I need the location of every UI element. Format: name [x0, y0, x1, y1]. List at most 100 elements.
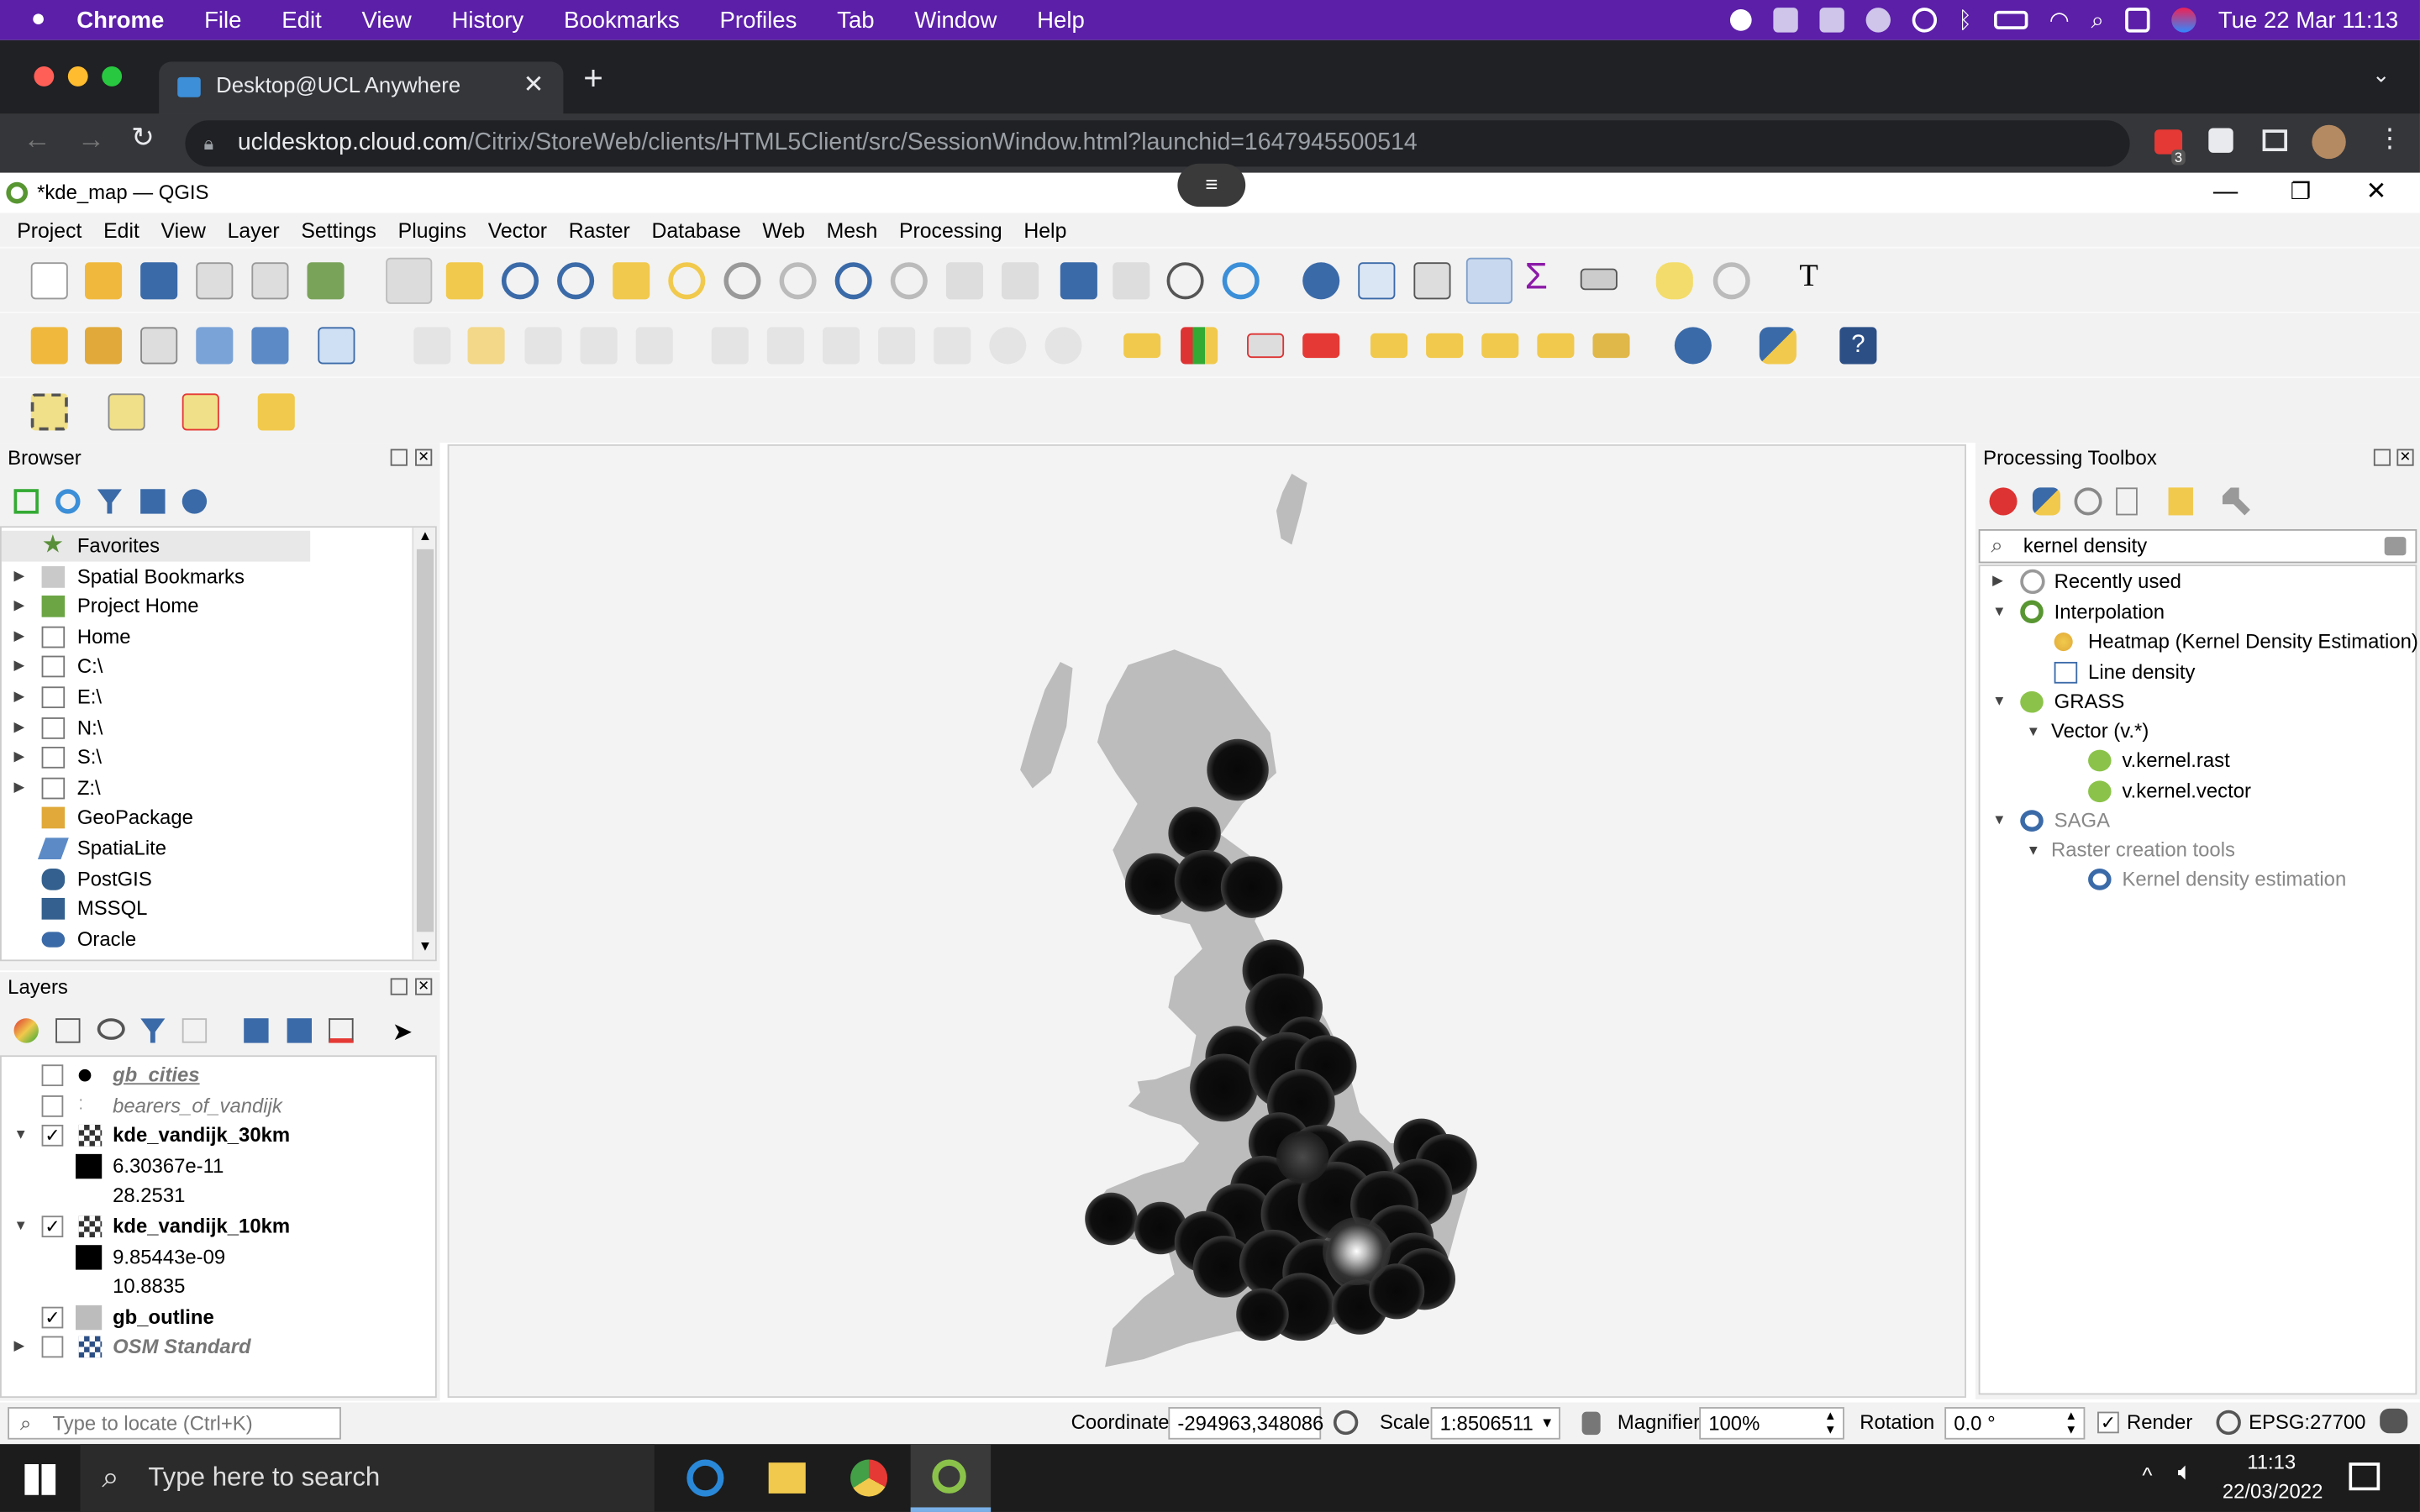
browser-item-project-home[interactable]: ▶ Project Home: [2, 591, 435, 622]
pan-map-icon[interactable]: [386, 257, 433, 304]
layout-manager-icon[interactable]: [251, 262, 289, 300]
expand-arrow-icon[interactable]: ▶: [14, 622, 25, 652]
add-selected-layers-icon[interactable]: [13, 489, 39, 514]
add-group-icon[interactable]: [55, 1018, 81, 1043]
collapse-arrow-icon[interactable]: ▼: [1992, 687, 2006, 717]
options-wrench-icon[interactable]: [2222, 487, 2250, 516]
edits-icon[interactable]: [413, 327, 451, 365]
history-icon[interactable]: [2074, 487, 2102, 516]
menu-settings[interactable]: Settings: [301, 218, 376, 242]
scale-combobox[interactable]: 1:8506511 ▼: [1430, 1407, 1560, 1440]
scroll-up-icon[interactable]: ▲: [418, 528, 432, 543]
forward-icon[interactable]: →: [77, 123, 105, 156]
toolbox-grass-vector-group[interactable]: ▼ Vector (v.*): [1980, 717, 2415, 745]
delete-selected-icon[interactable]: [766, 327, 804, 365]
undo-icon[interactable]: [989, 327, 1027, 365]
python-console-icon[interactable]: [1759, 327, 1797, 365]
filter-browser-icon[interactable]: [97, 489, 123, 514]
control-center-icon[interactable]: [2125, 8, 2151, 33]
mac-menu-view[interactable]: View: [362, 7, 412, 33]
file-explorer-icon[interactable]: [768, 1462, 806, 1494]
browser-item-spatialite[interactable]: SpatiaLite: [2, 833, 435, 864]
new-spatialite-icon[interactable]: [196, 327, 234, 365]
new-map-view-icon[interactable]: [945, 262, 983, 300]
wifi-icon[interactable]: ◠: [2049, 6, 2070, 34]
identify-features-icon[interactable]: [1302, 262, 1340, 300]
diagram-icon[interactable]: [1181, 327, 1218, 365]
menu-view[interactable]: View: [161, 218, 206, 242]
play-icon[interactable]: [1912, 8, 1937, 33]
browser-item-spatial-bookmarks[interactable]: ▶ Spatial Bookmarks: [2, 561, 435, 591]
zoom-window-dot[interactable]: [102, 66, 123, 87]
expand-arrow-icon[interactable]: ▶: [14, 773, 25, 803]
browser-item-home[interactable]: ▶ Home: [2, 622, 435, 652]
collapse-arrow-icon[interactable]: ▼: [14, 1211, 28, 1242]
zoom-last-icon[interactable]: [834, 262, 872, 300]
map-canvas[interactable]: [447, 444, 1966, 1399]
menu-processing[interactable]: Processing: [899, 218, 1002, 242]
save-project-icon[interactable]: [140, 262, 178, 300]
zoom-native-icon[interactable]: [779, 262, 817, 300]
toolbox-search-input[interactable]: ⌕ kernel density: [1978, 528, 2417, 564]
edit-features-in-place-icon[interactable]: [2168, 487, 2193, 516]
toolbox-saga-kde[interactable]: Kernel density estimation: [1980, 864, 2415, 894]
label-showhide-icon[interactable]: [1426, 333, 1464, 359]
restore-icon[interactable]: ❐: [2291, 173, 2312, 213]
new-shapefile-icon[interactable]: [140, 327, 178, 365]
expand-all-icon[interactable]: [244, 1018, 269, 1043]
toolbox-v-kernel-rast[interactable]: v.kernel.rast: [1980, 745, 2415, 775]
expand-arrow-icon[interactable]: ▶: [14, 712, 25, 743]
apple-icon[interactable]: ●: [31, 6, 46, 34]
menu-database[interactable]: Database: [651, 218, 740, 242]
menu-vector[interactable]: Vector: [488, 218, 547, 242]
battery-icon[interactable]: [1993, 10, 2028, 29]
crs-label[interactable]: EPSG:27700: [2249, 1410, 2365, 1434]
pan-to-selection-icon[interactable]: [445, 262, 483, 300]
scripts-icon[interactable]: [2032, 487, 2060, 516]
cloud-icon[interactable]: [1865, 8, 1891, 33]
mac-menu-history[interactable]: History: [451, 7, 523, 33]
expand-arrow-icon[interactable]: ▶: [14, 561, 25, 591]
rotation-spinbox[interactable]: 0.0 ° ▲ ▼: [1944, 1407, 2086, 1440]
browser-scrollbar[interactable]: ▲ ▼: [412, 528, 435, 960]
extensions-puzzle-icon[interactable]: [2208, 128, 2233, 153]
siri-icon[interactable]: [2171, 8, 2197, 33]
mac-menu-bookmarks[interactable]: Bookmarks: [564, 7, 680, 33]
scroll-thumb[interactable]: [416, 549, 434, 932]
search-icon[interactable]: ⌕: [2091, 7, 2103, 33]
citrix-menu-handle[interactable]: ≡: [1177, 163, 1246, 207]
expand-arrow-icon[interactable]: ▶: [14, 743, 25, 773]
new-temp-layer-icon[interactable]: [251, 327, 289, 365]
label-abc-icon[interactable]: [1123, 333, 1161, 359]
volume-icon[interactable]: 🔈︎: [2178, 1460, 2193, 1488]
models-icon[interactable]: [1989, 487, 2018, 516]
style-manager-icon[interactable]: [307, 262, 345, 300]
panel-float-icon[interactable]: [2373, 449, 2391, 466]
processing-toolbox-icon[interactable]: [1465, 257, 1512, 304]
menu-help[interactable]: Help: [1023, 218, 1066, 242]
manage-themes-icon[interactable]: [97, 1018, 125, 1040]
style-panel-icon[interactable]: [13, 1018, 39, 1043]
refresh-browser-icon[interactable]: [55, 489, 81, 514]
layer-gb-outline[interactable]: ✓ gb_outline: [2, 1302, 435, 1332]
toolbox-v-kernel-vector[interactable]: v.kernel.vector: [1980, 775, 2415, 806]
map-tips-icon[interactable]: [1655, 262, 1693, 300]
browser-item-e-drive[interactable]: ▶ E:\: [2, 682, 435, 712]
toolbox-interpolation-group[interactable]: ▼ Interpolation: [1980, 596, 2415, 627]
bluetooth-icon[interactable]: ᛒ: [1958, 7, 1972, 33]
toggle-extents-icon[interactable]: [1333, 1410, 1359, 1436]
menu-mesh[interactable]: Mesh: [827, 218, 878, 242]
python-config-icon[interactable]: [1712, 262, 1750, 300]
redo-icon[interactable]: [1044, 327, 1082, 365]
back-icon[interactable]: ←: [24, 123, 51, 156]
toolbox-grass-group[interactable]: ▼ GRASS: [1980, 687, 2415, 717]
copy-features-icon[interactable]: [878, 327, 916, 365]
show-bookmarks-icon[interactable]: [1113, 262, 1150, 300]
collapse-arrow-icon[interactable]: ▼: [2027, 836, 2040, 864]
label-highlight-icon[interactable]: [1302, 333, 1340, 359]
mac-menu-help[interactable]: Help: [1037, 7, 1085, 33]
mac-clock[interactable]: Tue 22 Mar 11:13: [2218, 7, 2398, 33]
side-panel-icon[interactable]: [2262, 129, 2287, 151]
chrome-menu-icon[interactable]: ⋮: [2377, 123, 2403, 155]
collapse-arrow-icon[interactable]: ▼: [14, 1121, 28, 1151]
